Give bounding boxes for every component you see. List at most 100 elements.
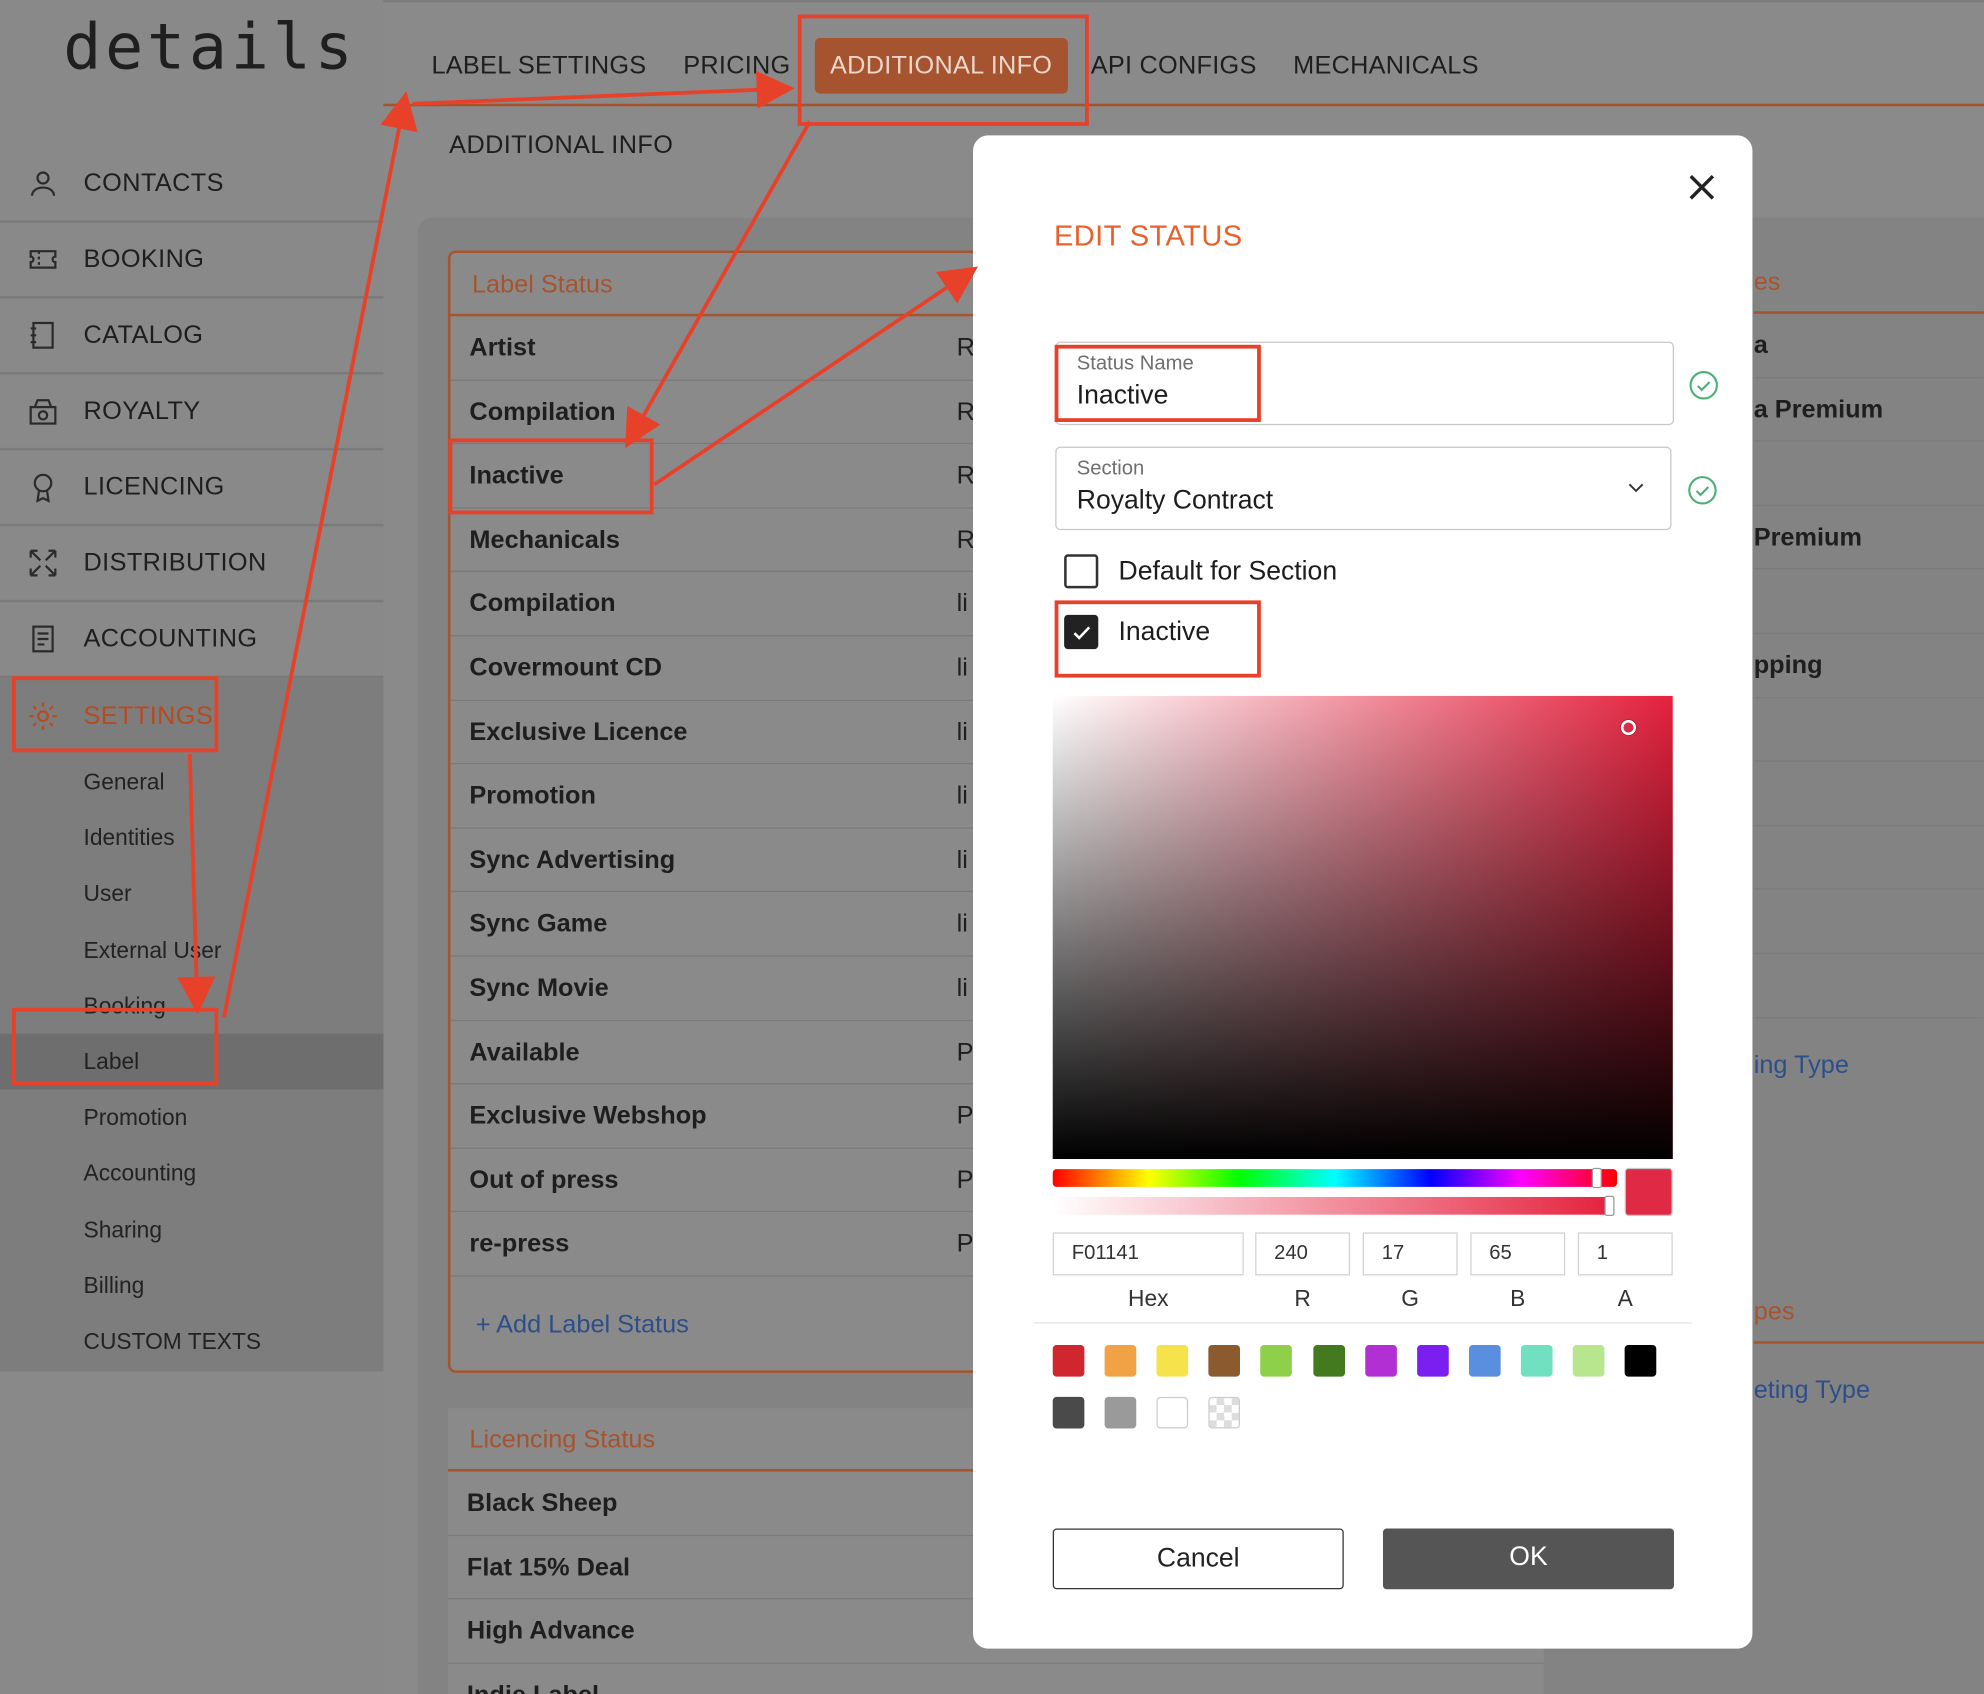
- close-icon[interactable]: [1683, 168, 1721, 206]
- sidebar-item-label: SETTINGS: [83, 701, 214, 730]
- table-row[interactable]: a: [1753, 314, 1984, 378]
- table-row[interactable]: Premium: [1753, 506, 1984, 570]
- inactive-checkbox[interactable]: Inactive: [1064, 614, 1210, 650]
- sidebar-item-distribution[interactable]: DISTRIBUTION: [0, 526, 384, 603]
- table-row[interactable]: Compilation li: [450, 572, 1003, 637]
- color-swatch[interactable]: [1468, 1345, 1501, 1377]
- hex-input[interactable]: F01141: [1052, 1232, 1244, 1276]
- table-row[interactable]: [1753, 890, 1984, 954]
- hue-slider[interactable]: [1052, 1167, 1618, 1189]
- sidebar-item-royalty[interactable]: ROYALTY: [0, 375, 384, 451]
- color-swatch[interactable]: [1208, 1345, 1241, 1377]
- table-row[interactable]: a Premium: [1753, 378, 1984, 442]
- tab-pricing[interactable]: PRICING: [683, 38, 790, 94]
- tab-mechanicals[interactable]: MECHANICALS: [1293, 38, 1479, 94]
- sidebar-item-contacts[interactable]: CONTACTS: [0, 147, 384, 223]
- table-row[interactable]: Covermount CD li: [450, 636, 1003, 701]
- color-swatch[interactable]: [1052, 1345, 1085, 1377]
- add-type-link[interactable]: ing Type: [1754, 1018, 1984, 1112]
- checkbox-box[interactable]: [1064, 554, 1099, 589]
- table-row[interactable]: Exclusive Licence li: [450, 700, 1003, 765]
- color-swatch[interactable]: [1156, 1396, 1189, 1429]
- checkbox-box[interactable]: [1064, 614, 1099, 650]
- table-row[interactable]: [1753, 826, 1984, 890]
- alpha-slider[interactable]: [1052, 1195, 1615, 1216]
- color-swatch[interactable]: [1104, 1345, 1137, 1377]
- table-row[interactable]: Artist R: [450, 316, 1003, 381]
- ok-button[interactable]: OK: [1382, 1528, 1674, 1590]
- table-row[interactable]: Promotion li: [450, 764, 1003, 829]
- table-row[interactable]: Indie Label: [448, 1664, 1544, 1694]
- a-input[interactable]: 1: [1577, 1232, 1673, 1276]
- sidebar-item-accounting[interactable]: ACCOUNTING: [0, 602, 384, 679]
- logo: details: [63, 10, 357, 84]
- row-name: Promotion: [469, 782, 596, 810]
- subnav-label[interactable]: Label: [0, 1033, 384, 1090]
- table-row[interactable]: Mechanicals R: [450, 508, 1003, 573]
- subnav-accounting[interactable]: Accounting: [0, 1145, 383, 1201]
- add-type-link[interactable]: eting Type: [1754, 1344, 1984, 1438]
- color-swatch[interactable]: [1156, 1345, 1189, 1377]
- row-name: Compilation: [469, 398, 616, 426]
- color-swatch[interactable]: [1260, 1345, 1293, 1377]
- panel-title: Label Status: [450, 253, 1003, 317]
- label-status-panel: Label Status Artist R Compilation R Inactive…: [447, 250, 1005, 1373]
- color-swatch[interactable]: [1052, 1396, 1085, 1429]
- subnav-custom-texts[interactable]: CUSTOM TEXTS: [0, 1313, 383, 1369]
- sidebar-item-booking[interactable]: BOOKING: [0, 223, 384, 299]
- sidebar-item-label: CONTACTS: [83, 168, 224, 197]
- sidebar-item-label: ROYALTY: [83, 396, 201, 425]
- sidebar-item-label: DISTRIBUTION: [83, 548, 267, 577]
- table-row[interactable]: Sync Movie li: [450, 956, 1003, 1021]
- app-root: details CONTACTS BOOKING CATALOG ROYALTY…: [0, 0, 1984, 1694]
- picker-handle[interactable]: [1620, 719, 1637, 736]
- table-row[interactable]: [1753, 762, 1984, 826]
- alpha-handle[interactable]: [1604, 1195, 1615, 1216]
- table-row[interactable]: Exclusive Webshop P: [450, 1085, 1003, 1149]
- color-swatch[interactable]: [1312, 1345, 1345, 1377]
- saturation-value-picker[interactable]: [1052, 695, 1673, 1160]
- subnav-sharing[interactable]: Sharing: [0, 1201, 383, 1257]
- table-row[interactable]: [1753, 570, 1984, 634]
- table-row[interactable]: Sync Game li: [450, 892, 1003, 957]
- table-row[interactable]: pping: [1753, 634, 1984, 698]
- table-row[interactable]: Out of press P: [450, 1149, 1003, 1213]
- default-for-section-checkbox[interactable]: Default for Section: [1064, 554, 1337, 589]
- tab-label-settings[interactable]: LABEL SETTINGS: [431, 38, 646, 94]
- tab-api-configs[interactable]: API CONFIGS: [1091, 38, 1257, 94]
- color-swatch[interactable]: [1416, 1345, 1449, 1377]
- sidebar-item-settings[interactable]: SETTINGS: [0, 678, 384, 755]
- table-row[interactable]: re-press P: [450, 1213, 1003, 1277]
- subnav-billing[interactable]: Billing: [0, 1257, 383, 1313]
- status-name-field[interactable]: Status Name Inactive: [1055, 341, 1674, 426]
- table-row[interactable]: Inactive R: [450, 444, 1003, 509]
- color-swatch[interactable]: [1104, 1396, 1137, 1429]
- subnav-identities[interactable]: Identities: [0, 810, 383, 866]
- color-swatch[interactable]: [1520, 1345, 1553, 1377]
- table-row[interactable]: [1753, 954, 1984, 1018]
- table-row[interactable]: [1753, 698, 1984, 762]
- subnav-user[interactable]: User: [0, 866, 383, 922]
- color-swatch[interactable]: [1624, 1345, 1657, 1377]
- tab-additional-info[interactable]: ADDITIONAL INFO: [814, 37, 1068, 94]
- color-swatch[interactable]: [1364, 1345, 1397, 1377]
- g-input[interactable]: 17: [1362, 1232, 1458, 1276]
- color-swatch[interactable]: [1572, 1345, 1605, 1377]
- subnav-external-user[interactable]: External User: [0, 922, 383, 978]
- table-row[interactable]: [1753, 442, 1984, 506]
- section-select[interactable]: Section Royalty Contract: [1055, 446, 1672, 531]
- cancel-button[interactable]: Cancel: [1052, 1528, 1344, 1590]
- add-label-status-link[interactable]: + Add Label Status: [450, 1277, 1002, 1371]
- b-input[interactable]: 65: [1470, 1232, 1566, 1276]
- table-row[interactable]: Compilation R: [450, 380, 1003, 445]
- subnav-booking[interactable]: Booking: [0, 978, 383, 1034]
- sidebar-item-catalog[interactable]: CATALOG: [0, 299, 384, 375]
- sidebar-item-licencing[interactable]: LICENCING: [0, 450, 384, 527]
- hue-handle[interactable]: [1591, 1167, 1602, 1189]
- color-swatch[interactable]: [1208, 1396, 1241, 1429]
- r-input[interactable]: 240: [1255, 1232, 1351, 1276]
- table-row[interactable]: Available P: [450, 1021, 1003, 1085]
- subnav-promotion[interactable]: Promotion: [0, 1090, 383, 1146]
- subnav-general[interactable]: General: [0, 754, 383, 810]
- table-row[interactable]: Sync Advertising li: [450, 828, 1003, 893]
